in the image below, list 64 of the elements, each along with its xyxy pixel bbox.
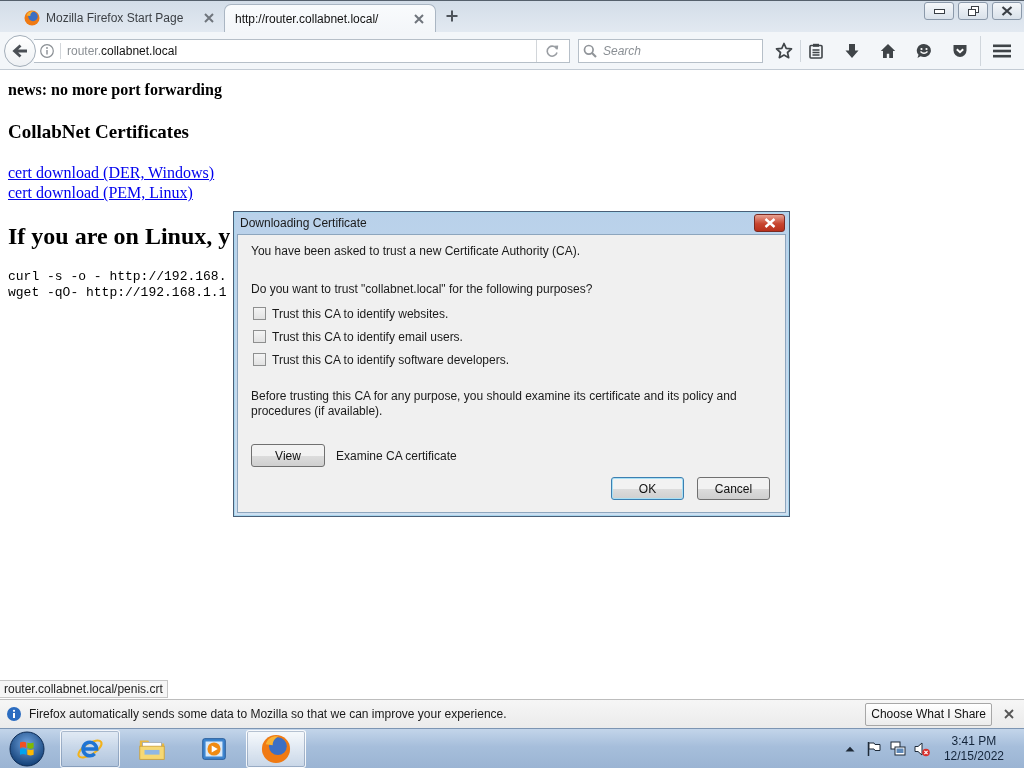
- chevron-shield-icon[interactable]: [952, 42, 968, 59]
- start-orb-icon[interactable]: [9, 730, 45, 767]
- menu-icon[interactable]: [993, 42, 1011, 59]
- home-icon[interactable]: [880, 42, 896, 59]
- notification-text: Firefox automatically sends some data to Mozilla so that we can improve your experience.: [29, 707, 507, 721]
- page-heading: CollabNet Certificates: [8, 121, 189, 143]
- fox-globe-icon: [261, 733, 291, 764]
- browser-tab[interactable]: http://router.collabnet.local/: [224, 4, 436, 32]
- close-icon: [1001, 6, 1013, 16]
- dialog-advice: Before trusting this CA for any purpose, you should examine its certificate and its policy and procedures (if available).: [251, 389, 738, 419]
- star-icon[interactable]: [775, 41, 793, 60]
- back-button[interactable]: [4, 34, 36, 67]
- download-link[interactable]: cert download (DER, Windows): [8, 164, 215, 181]
- search-icon: [583, 43, 597, 58]
- restore-button[interactable]: [958, 2, 988, 20]
- search-field[interactable]: Search: [578, 38, 763, 63]
- network-icon[interactable]: [889, 740, 906, 757]
- close-icon: [763, 218, 776, 228]
- window-close-button[interactable]: [992, 2, 1022, 20]
- info-icon: [7, 707, 21, 721]
- link-preview: router.collabnet.local/penis.crt: [0, 680, 168, 698]
- clipboard-icon[interactable]: [808, 42, 824, 59]
- code-line: wget -qO- http://192.168.1.1: [8, 285, 227, 301]
- clock-time[interactable]: 3:41 PM: [951, 733, 997, 749]
- close-icon[interactable]: [414, 13, 424, 24]
- cancel-button[interactable]: Cancel: [697, 477, 770, 500]
- close-icon[interactable]: [204, 13, 214, 23]
- view-hint: Examine CA certificate: [336, 448, 457, 463]
- plus-icon[interactable]: [446, 10, 458, 22]
- checkbox-label[interactable]: Trust this CA to identify software developers.: [272, 352, 509, 367]
- restore-icon: [967, 6, 979, 16]
- checkbox[interactable]: [253, 353, 266, 366]
- checkbox-label[interactable]: Trust this CA to identify websites.: [272, 306, 449, 321]
- up-arrow-icon[interactable]: [844, 745, 855, 752]
- flag-icon[interactable]: [865, 740, 882, 757]
- news-text: news: no more port forwarding: [8, 81, 222, 99]
- close-icon[interactable]: [1004, 709, 1014, 719]
- address-field[interactable]: router.collabnet.local: [34, 38, 570, 63]
- close-button[interactable]: [754, 214, 785, 232]
- dialog-title: Downloading Certificate: [240, 216, 367, 230]
- dialog-question: Do you want to trust "collabnet.local" for the following purposes?: [251, 282, 593, 297]
- fox-globe-icon: [24, 10, 40, 26]
- info-icon[interactable]: [40, 43, 54, 58]
- checkbox[interactable]: [253, 330, 266, 343]
- reload-icon[interactable]: [545, 43, 559, 58]
- left-arrow-icon: [12, 43, 28, 58]
- clock-date[interactable]: 12/15/2022: [943, 748, 1004, 764]
- view-button[interactable]: View: [251, 444, 325, 467]
- checkbox[interactable]: [253, 307, 266, 320]
- dialog-message: You have been asked to trust a new Certificate Authority (CA).: [251, 244, 581, 259]
- choose-share-button[interactable]: Choose What I Share: [865, 702, 992, 726]
- code-line: curl -s -o - http://192.168.: [8, 269, 227, 285]
- taskbar-button[interactable]: [60, 729, 120, 768]
- minimize-button[interactable]: [924, 2, 954, 20]
- taskbar-button[interactable]: [246, 729, 306, 768]
- download-icon[interactable]: [844, 42, 860, 59]
- browser-tab[interactable]: Mozilla Firefox Start Page: [10, 4, 224, 32]
- ok-button[interactable]: OK: [611, 477, 684, 500]
- muted-speaker-icon[interactable]: [913, 740, 930, 757]
- download-link[interactable]: cert download (PEM, Linux): [8, 184, 193, 201]
- section-heading: If you are on Linux, y: [8, 222, 231, 250]
- checkbox-label[interactable]: Trust this CA to identify email users.: [272, 329, 463, 344]
- minimize-icon: [933, 8, 945, 14]
- smiley-chat-icon[interactable]: [916, 42, 932, 59]
